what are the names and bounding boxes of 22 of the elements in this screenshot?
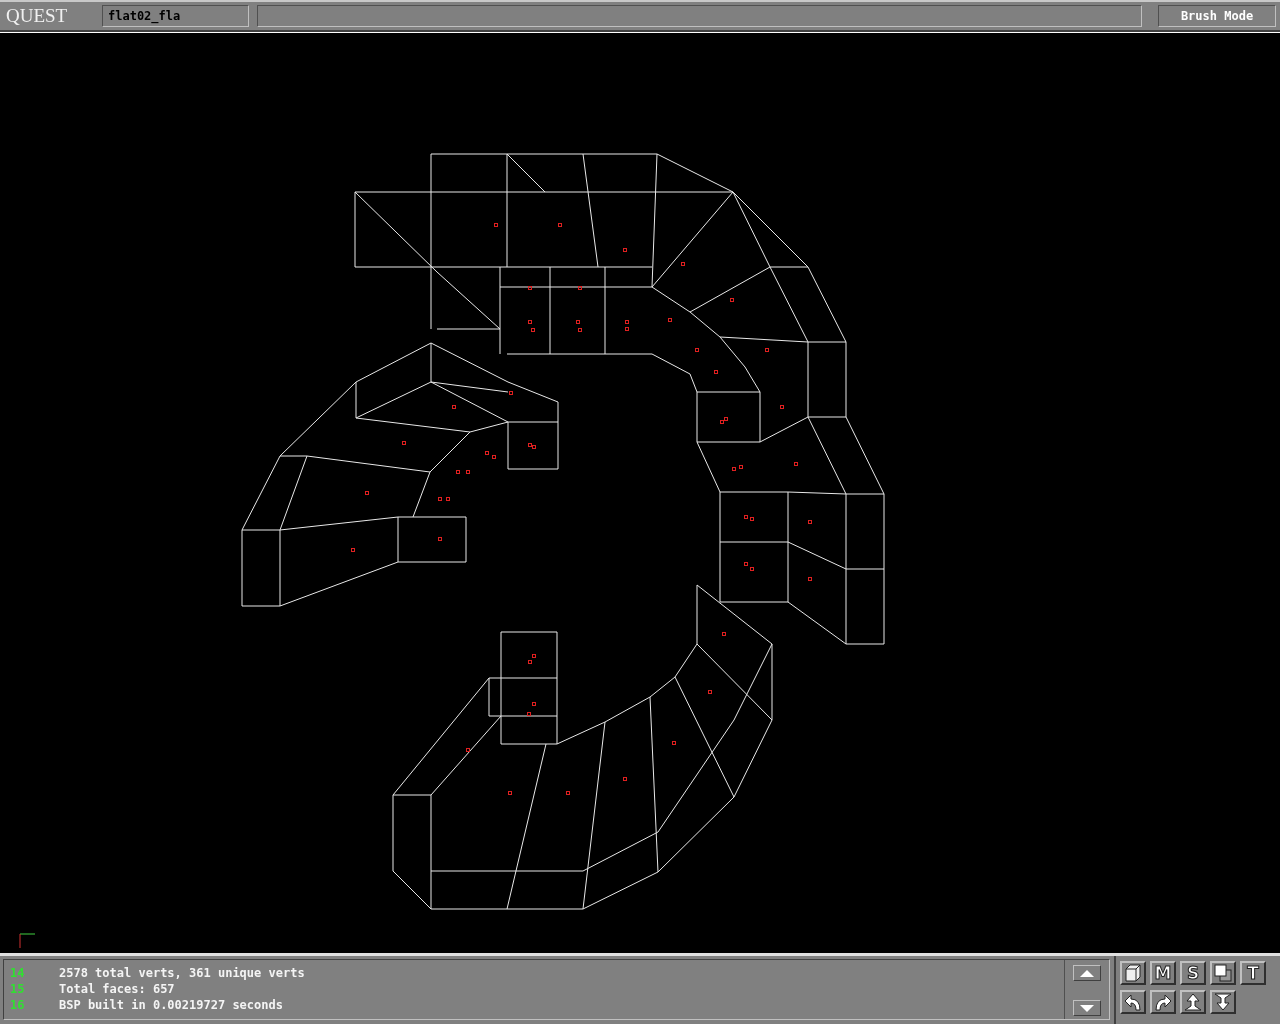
line-number: 15 xyxy=(10,981,26,997)
tool-button[interactable]: S xyxy=(1180,961,1206,985)
console-message: Total faces: 657 xyxy=(59,981,175,997)
cube-tool-button[interactable] xyxy=(1120,961,1146,985)
line-number: 16 xyxy=(10,997,26,1013)
console-message: 2578 total verts, 361 unique verts xyxy=(59,965,305,981)
down-tool-button[interactable] xyxy=(1210,990,1236,1014)
undo-tool-button[interactable] xyxy=(1120,990,1146,1014)
up-triangle-icon xyxy=(1080,969,1094,977)
tool-button[interactable]: T xyxy=(1240,961,1266,985)
mode-button[interactable]: Brush Mode xyxy=(1158,5,1276,27)
map-name-field[interactable]: flat02_fla xyxy=(102,5,249,27)
squares-tool-button[interactable] xyxy=(1210,961,1236,985)
line-number: 14 xyxy=(10,965,26,981)
scroll-up-button[interactable] xyxy=(1073,965,1101,981)
up-tool-button[interactable] xyxy=(1180,990,1206,1014)
axis-icon xyxy=(19,933,36,949)
console-message: BSP built in 0.00219727 seconds xyxy=(59,997,283,1013)
app-logo: QUEST xyxy=(6,5,69,27)
redo-tool-button[interactable] xyxy=(1150,990,1176,1014)
scroll-down-button[interactable] xyxy=(1073,1000,1101,1016)
down-triangle-icon xyxy=(1080,1004,1094,1012)
